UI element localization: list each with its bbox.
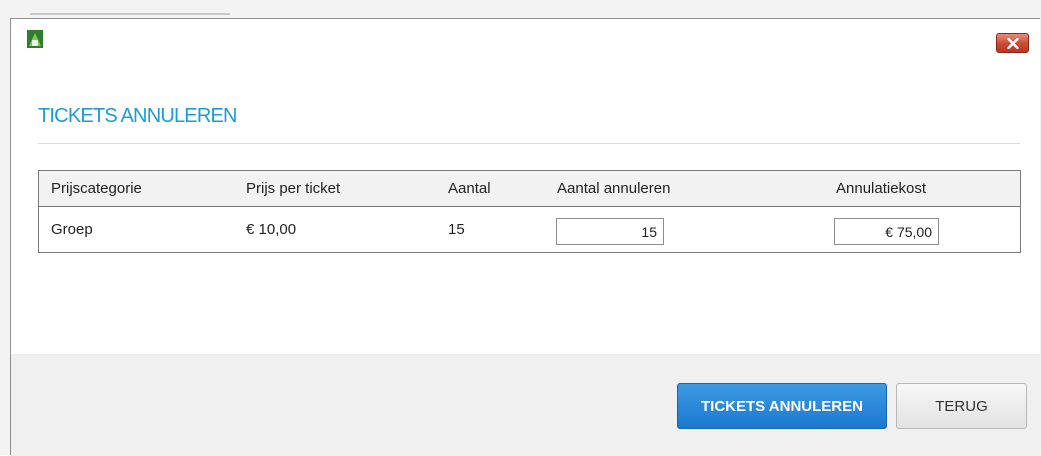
column-header-quantity: Aantal: [448, 180, 491, 197]
row-price: € 10,00: [246, 221, 297, 238]
cancel-quantity-input[interactable]: [556, 218, 664, 245]
cancel-cost-field[interactable]: [834, 218, 939, 245]
dialog-footer: TICKETS ANNULEREN TERUG: [11, 354, 1040, 456]
table-row: Groep € 10,00 15: [39, 207, 1020, 253]
close-icon: [1007, 38, 1019, 49]
column-header-cancel-quantity: Aantal annuleren: [557, 180, 671, 197]
background-divider: [30, 13, 230, 15]
close-button[interactable]: [996, 33, 1029, 53]
confirm-cancel-tickets-button[interactable]: TICKETS ANNULEREN: [677, 383, 887, 429]
row-category: Groep: [51, 221, 93, 238]
table-header: Prijscategorie Prijs per ticket Aantal A…: [39, 171, 1020, 207]
row-quantity: 15: [448, 221, 465, 238]
column-header-price: Prijs per ticket: [246, 180, 341, 197]
app-icon: [27, 30, 43, 48]
back-button[interactable]: TERUG: [896, 383, 1027, 429]
column-header-cancel-cost: Annulatiekost: [836, 180, 927, 197]
dialog-heading: TICKETS ANNULEREN: [38, 105, 237, 127]
column-header-category: Prijscategorie: [51, 180, 142, 197]
tickets-table: Prijscategorie Prijs per ticket Aantal A…: [38, 170, 1021, 253]
cancel-tickets-dialog: TICKETS ANNULEREN Prijscategorie Prijs p…: [10, 18, 1040, 456]
dialog-titlebar: [11, 19, 1040, 67]
heading-divider: [38, 143, 1020, 144]
